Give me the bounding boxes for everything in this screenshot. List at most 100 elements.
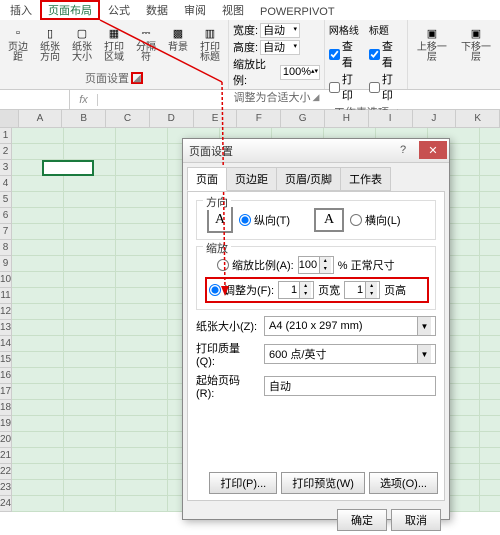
options-button[interactable]: 选项(O)... — [369, 472, 438, 494]
paper-size-label: 纸张大小(Z): — [196, 318, 258, 334]
fx-icon[interactable]: fx — [70, 94, 98, 106]
row-header[interactable]: 15 — [0, 352, 12, 368]
tab-page[interactable]: 页面 — [187, 167, 227, 191]
row-header[interactable]: 6 — [0, 208, 12, 224]
fit-height-label: 页高 — [384, 282, 406, 298]
height-select[interactable]: 自动▾ — [260, 40, 300, 55]
size-button[interactable]: ▢纸张大小 — [68, 22, 96, 65]
col-header[interactable]: E — [194, 110, 238, 128]
gridlines-view-check[interactable]: 查看 — [329, 38, 363, 70]
forward-icon: ▣ — [423, 24, 441, 42]
backward-icon: ▣ — [467, 24, 485, 42]
ok-button[interactable]: 确定 — [337, 509, 387, 531]
row-header[interactable]: 12 — [0, 304, 12, 320]
landscape-radio[interactable]: 横向(L) — [350, 212, 400, 228]
tab-insert[interactable]: 插入 — [2, 0, 40, 20]
print-preview-button[interactable]: 打印预览(W) — [281, 472, 365, 494]
tab-header-footer[interactable]: 页眉/页脚 — [276, 167, 341, 191]
row-header[interactable]: 19 — [0, 416, 12, 432]
row-header[interactable]: 10 — [0, 272, 12, 288]
bring-forward-button[interactable]: ▣上移一层 — [412, 22, 452, 65]
tab-margins[interactable]: 页边距 — [226, 167, 277, 191]
breaks-button[interactable]: ⎓分隔符 — [132, 22, 160, 65]
row-header[interactable]: 3 — [0, 160, 12, 176]
row-header[interactable]: 22 — [0, 464, 12, 480]
background-icon: ▩ — [169, 24, 187, 42]
col-header[interactable]: J — [413, 110, 457, 128]
first-page-input[interactable] — [264, 376, 436, 396]
col-header[interactable]: I — [369, 110, 413, 128]
adjust-to-input[interactable]: ▴▾ — [298, 256, 334, 274]
height-label: 高度: — [233, 39, 258, 55]
row-header[interactable]: 18 — [0, 400, 12, 416]
row-header[interactable]: 7 — [0, 224, 12, 240]
row-header[interactable]: 20 — [0, 432, 12, 448]
first-page-label: 起始页码(R): — [196, 372, 258, 400]
scale-input[interactable]: 100%▴▾ — [280, 65, 320, 80]
tab-view[interactable]: 视图 — [214, 0, 252, 20]
tab-page-layout[interactable]: 页面布局 — [40, 0, 100, 20]
print-titles-button[interactable]: ▥打印标题 — [196, 22, 224, 65]
col-header[interactable]: K — [456, 110, 500, 128]
orientation-button[interactable]: ▯纸张方向 — [36, 22, 64, 65]
fit-width-input[interactable]: ▴▾ — [278, 281, 314, 299]
col-header[interactable]: H — [325, 110, 369, 128]
cell-selection — [42, 160, 94, 176]
orientation-icon: ▯ — [41, 24, 59, 42]
row-header[interactable]: 1 — [0, 128, 12, 144]
width-select[interactable]: 自动▾ — [260, 23, 300, 38]
group-page-setup-label: 页面设置 — [85, 70, 129, 86]
col-header[interactable]: G — [281, 110, 325, 128]
background-button[interactable]: ▩背景 — [164, 22, 192, 65]
adjust-to-suffix: % 正常尺寸 — [338, 257, 395, 273]
col-header[interactable]: B — [62, 110, 106, 128]
print-quality-label: 打印质量(Q): — [196, 340, 258, 368]
fit-to-radio[interactable]: 调整为(F): — [209, 282, 274, 298]
row-header[interactable]: 23 — [0, 480, 12, 496]
row-header[interactable]: 24 — [0, 496, 12, 512]
fit-height-input[interactable]: ▴▾ — [344, 281, 380, 299]
group-scale-label: 调整为合适大小 — [233, 89, 310, 105]
print-quality-select[interactable]: 600 点/英寸▼ — [264, 344, 436, 364]
row-header[interactable]: 5 — [0, 192, 12, 208]
col-header[interactable]: F — [237, 110, 281, 128]
row-header[interactable]: 11 — [0, 288, 12, 304]
col-header[interactable]: C — [106, 110, 150, 128]
row-header[interactable]: 9 — [0, 256, 12, 272]
row-header[interactable]: 13 — [0, 320, 12, 336]
tab-review[interactable]: 审阅 — [176, 0, 214, 20]
row-header[interactable]: 4 — [0, 176, 12, 192]
col-header[interactable]: D — [150, 110, 194, 128]
page-setup-launcher[interactable]: ◢ — [131, 72, 143, 84]
tab-powerpivot[interactable]: POWERPIVOT — [252, 4, 343, 20]
ribbon: ▫页边距 ▯纸张方向 ▢纸张大小 ▦打印区域 ⎓分隔符 ▩背景 ▥打印标题 页面… — [0, 20, 500, 90]
scale-label: 缩放比例: — [233, 56, 278, 88]
portrait-icon: A — [207, 207, 233, 233]
print-area-button[interactable]: ▦打印区域 — [100, 22, 128, 65]
row-header[interactable]: 2 — [0, 144, 12, 160]
tab-sheet[interactable]: 工作表 — [340, 167, 391, 191]
gridlines-print-check[interactable]: 打印 — [329, 71, 363, 103]
landscape-icon: A — [314, 208, 344, 232]
row-header[interactable]: 16 — [0, 368, 12, 384]
cancel-button[interactable]: 取消 — [391, 509, 441, 531]
portrait-radio[interactable]: 纵向(T) — [239, 212, 290, 228]
row-header[interactable]: 21 — [0, 448, 12, 464]
row-header[interactable]: 14 — [0, 336, 12, 352]
fit-width-label: 页宽 — [318, 282, 340, 298]
headings-view-check[interactable]: 查看 — [369, 38, 403, 70]
margins-button[interactable]: ▫页边距 — [4, 22, 32, 65]
send-backward-button[interactable]: ▣下移一层 — [456, 22, 496, 65]
scaling-group-label: 缩放 — [203, 240, 231, 256]
dialog-help-button[interactable]: ? — [391, 141, 415, 159]
print-button[interactable]: 打印(P)... — [209, 472, 277, 494]
tab-formulas[interactable]: 公式 — [100, 0, 138, 20]
row-header[interactable]: 8 — [0, 240, 12, 256]
adjust-to-radio[interactable]: 缩放比例(A): — [217, 257, 294, 273]
paper-size-select[interactable]: A4 (210 x 297 mm)▼ — [264, 316, 436, 336]
col-header[interactable]: A — [19, 110, 63, 128]
headings-print-check[interactable]: 打印 — [369, 71, 403, 103]
dialog-close-button[interactable] — [419, 141, 447, 159]
tab-data[interactable]: 数据 — [138, 0, 176, 20]
row-header[interactable]: 17 — [0, 384, 12, 400]
